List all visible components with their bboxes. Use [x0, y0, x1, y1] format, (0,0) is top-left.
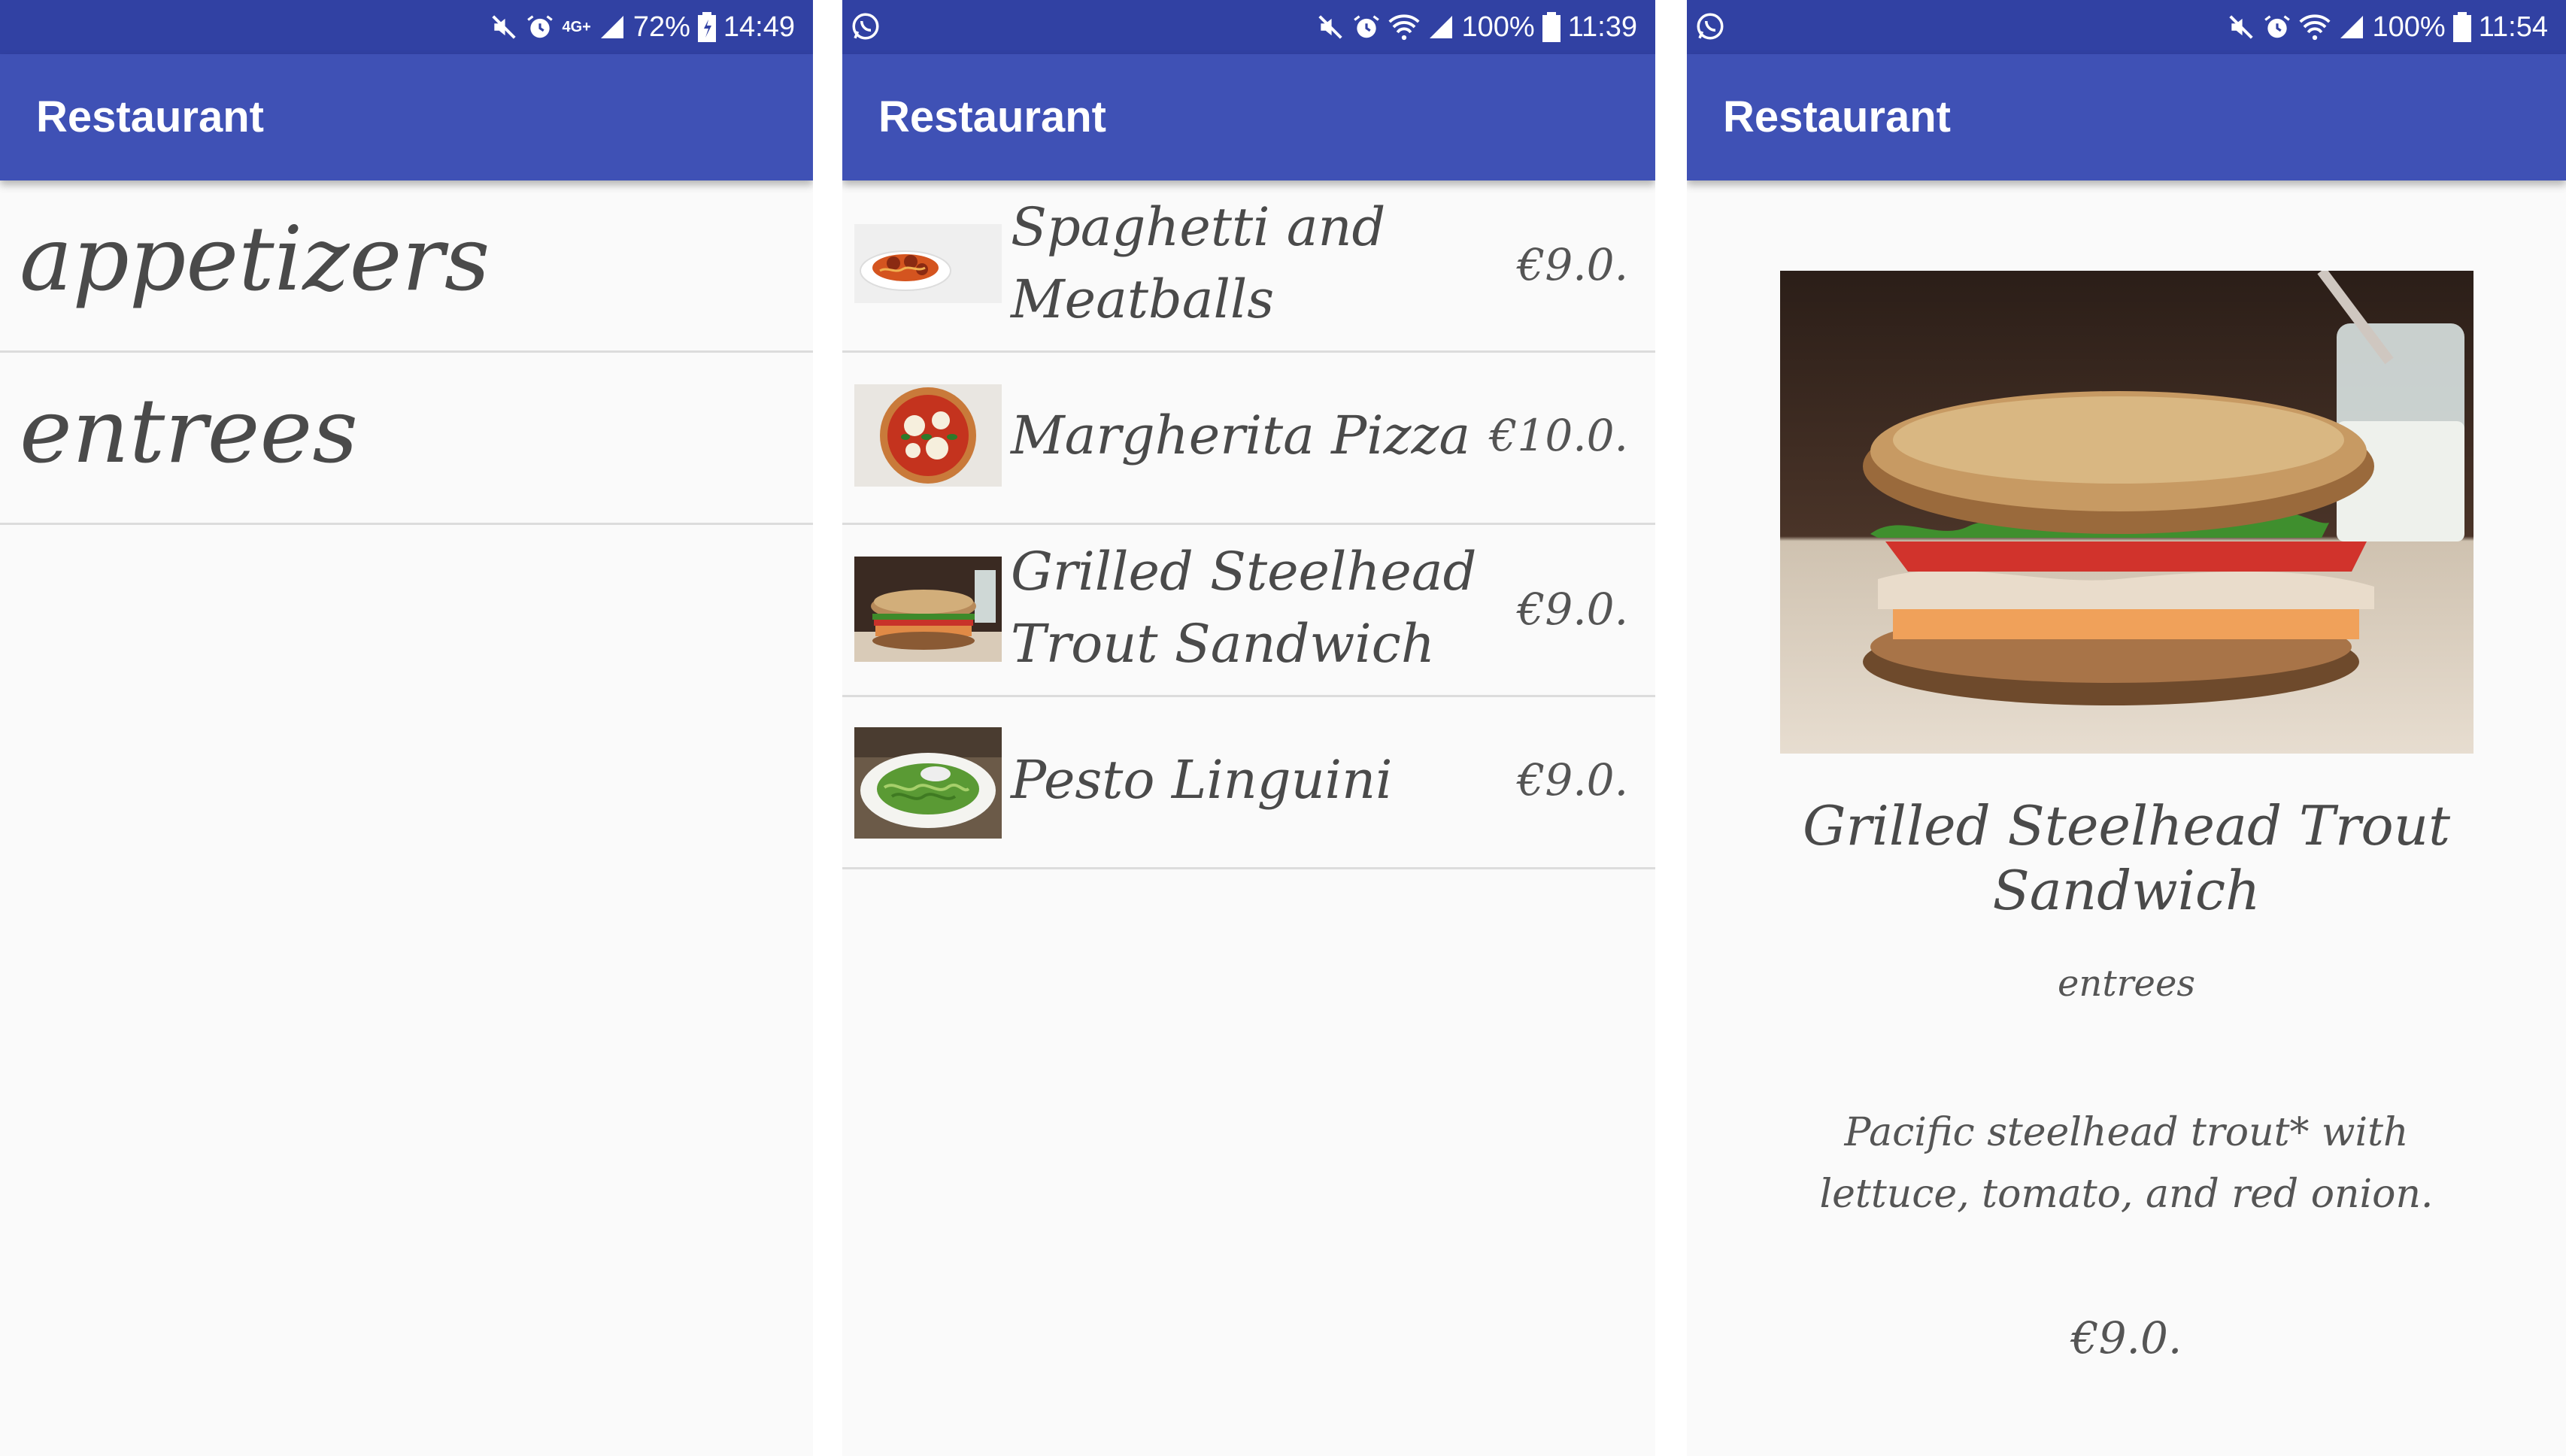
sandwich-thumbnail: [854, 557, 1002, 662]
wifi-icon: [2298, 0, 2331, 54]
alarm-icon: [526, 0, 554, 54]
status-time: 14:49: [723, 11, 795, 43]
menu-item-row[interactable]: Pesto Linguini €9.0.: [842, 697, 1655, 869]
item-name: Pesto Linguini: [1011, 749, 1393, 811]
menu-item-row[interactable]: Grilled Steelhead Trout Sandwich €9.0.: [842, 525, 1655, 697]
battery-icon: [697, 0, 716, 54]
battery-icon: [2452, 0, 2471, 54]
alarm-icon: [2263, 0, 2292, 54]
battery-percent: 100%: [1461, 11, 1535, 43]
screen-menu-list: 100% 11:39 Restaurant Spaghetti and Meat…: [842, 0, 1655, 1456]
item-name: Grilled Steelhead Trout Sandwich: [1011, 541, 1477, 675]
alarm-icon: [1352, 0, 1381, 54]
app-bar: Restaurant: [842, 54, 1655, 180]
screen-item-detail: 100% 11:54 Restaurant Grilled Steelhead …: [1687, 0, 2566, 1456]
detail-price: €9.0.: [2070, 1312, 2182, 1363]
item-price: €9.0.: [1517, 754, 1628, 805]
mute-icon: [1316, 0, 1345, 54]
category-label: entrees: [20, 379, 358, 483]
item-price: €10.0.: [1489, 410, 1628, 461]
signal-icon: [2338, 0, 2365, 54]
signal-icon: [599, 0, 626, 54]
signal-icon: [1427, 0, 1454, 54]
status-bar: 4G+ 72% 14:49: [0, 0, 813, 54]
app-title: Restaurant: [878, 93, 1106, 141]
app-bar: Restaurant: [0, 54, 813, 180]
category-row-entrees[interactable]: entrees: [0, 353, 813, 525]
battery-percent: 72%: [632, 11, 690, 43]
mute-icon: [490, 0, 518, 54]
item-name: Spaghetti and Meatballs: [1011, 196, 1386, 330]
app-title: Restaurant: [36, 93, 264, 141]
item-photo: [1780, 271, 2473, 754]
item-price: €9.0.: [1517, 239, 1628, 290]
category-label: appetizers: [20, 207, 490, 311]
spaghetti-thumbnail: [854, 224, 1002, 303]
menu-item-row[interactable]: Spaghetti and Meatballs €9.0.: [842, 180, 1655, 353]
detail-category: entrees: [2058, 963, 2195, 1005]
status-bar: 100% 11:39: [842, 0, 1655, 54]
status-time: 11:54: [2478, 11, 2548, 43]
app-bar: Restaurant: [1687, 54, 2566, 180]
wifi-icon: [1388, 0, 1420, 54]
whatsapp-icon: [1694, 11, 1726, 50]
item-price: €9.0.: [1517, 584, 1628, 635]
screen-categories: 4G+ 72% 14:49 Restaurant appetizers entr…: [0, 0, 813, 1456]
battery-icon: [1542, 0, 1561, 54]
whatsapp-icon: [850, 11, 881, 50]
item-name: Margherita Pizza: [1011, 405, 1471, 466]
network-type-label: 4G+: [562, 19, 591, 35]
pizza-thumbnail: [854, 384, 1002, 487]
detail-description: Pacific steelhead trout* with lettuce, t…: [1819, 1110, 2434, 1217]
battery-percent: 100%: [2372, 11, 2446, 43]
category-row-appetizers[interactable]: appetizers: [0, 180, 813, 353]
app-title: Restaurant: [1723, 93, 1951, 141]
status-time: 11:39: [1567, 11, 1637, 43]
mute-icon: [2227, 0, 2255, 54]
status-bar: 100% 11:54: [1687, 0, 2566, 54]
pesto-thumbnail: [854, 727, 1002, 839]
detail-item-name: Grilled Steelhead Trout Sandwich: [1802, 794, 2451, 923]
menu-item-row[interactable]: Margherita Pizza €10.0.: [842, 353, 1655, 525]
